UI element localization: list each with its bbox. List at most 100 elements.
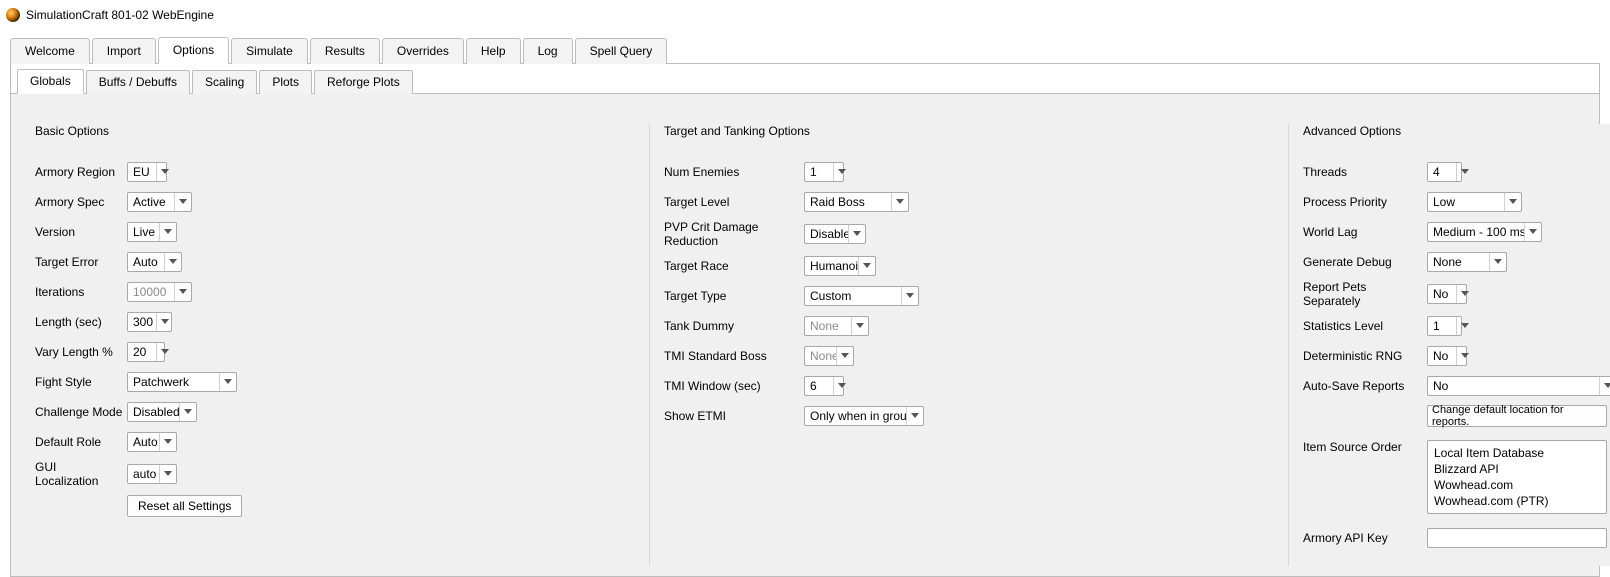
sub-tab-plots[interactable]: Plots [259,70,312,94]
item-source-order-label: Item Source Order [1303,440,1427,454]
main-tab-log[interactable]: Log [523,38,573,64]
chevron-down-icon [159,465,176,483]
chevron-down-icon [159,223,176,241]
combo-value: 300 [128,313,156,331]
default-role-combo[interactable]: Auto [127,432,177,452]
statistics-level-label: Statistics Level [1303,319,1427,333]
gui-localization-row: GUI Localizationauto [35,460,635,488]
threads-combo[interactable]: 4 [1427,162,1462,182]
tmi-boss-label: TMI Standard Boss [664,349,804,363]
combo-value: None [1428,253,1489,271]
combo-value: None [805,317,851,335]
list-item[interactable]: Local Item Database [1434,445,1600,461]
process-priority-combo[interactable]: Low [1427,192,1522,212]
sub-tab-buffs-debuffs[interactable]: Buffs / Debuffs [86,70,190,94]
combo-value: 20 [128,343,156,361]
combo-value: None [805,347,836,365]
pvp-crit-combo[interactable]: Disable [804,224,866,244]
combo-value: Medium - 100 ms [1428,223,1524,241]
chevron-down-icon [858,257,875,275]
armory-spec-combo[interactable]: Active [127,192,192,212]
target-level-combo[interactable]: Raid Boss [804,192,909,212]
show-etmi-combo[interactable]: Only when in group [804,406,924,426]
chevron-down-icon [174,193,191,211]
main-tabstrip: WelcomeImportOptionsSimulateResultsOverr… [10,36,1600,64]
main-tab-spell-query[interactable]: Spell Query [575,38,668,64]
combo-value: Patchwerk [128,373,219,391]
tmi-boss-combo: None [804,346,854,366]
change-default-location-button[interactable]: Change default location for reports. [1427,405,1607,427]
sub-tab-scaling[interactable]: Scaling [192,70,257,94]
sub-tab-reforge-plots[interactable]: Reforge Plots [314,70,413,94]
change-location-row: Change default location for reports. [1303,404,1610,428]
process-priority-label: Process Priority [1303,195,1427,209]
length-sec-label: Length (sec) [35,315,127,329]
sub-tab-globals[interactable]: Globals [17,69,84,94]
pvp-crit-row: PVP Crit Damage ReductionDisable [664,220,1274,248]
vary-length-combo[interactable]: 20 [127,342,165,362]
auto-save-reports-combo[interactable]: No [1427,376,1610,396]
challenge-mode-label: Challenge Mode [35,405,127,419]
challenge-mode-row: Challenge ModeDisabled [35,400,635,424]
show-etmi-row: Show ETMIOnly when in group [664,404,1274,428]
target-race-combo[interactable]: Humanoid [804,256,876,276]
window-title: SimulationCraft 801-02 WebEngine [26,8,214,22]
statistics-level-row: Statistics Level1 [1303,314,1610,338]
armory-region-row: Armory RegionEU [35,160,635,184]
button-label: Reset all Settings [138,499,231,513]
target-type-row: Target TypeCustom [664,284,1274,308]
list-item[interactable]: Wowhead.com (PTR) [1434,493,1600,509]
armory-spec-row: Armory SpecActive [35,190,635,214]
report-pets-row: Report Pets SeparatelyNo [1303,280,1610,308]
main-tab-help[interactable]: Help [466,38,521,64]
combo-value: Raid Boss [805,193,891,211]
tmi-boss-row: TMI Standard BossNone [664,344,1274,368]
chevron-down-icon [156,163,173,181]
list-item[interactable]: Wowhead.com [1434,477,1600,493]
tmi-window-combo[interactable]: 6 [804,376,844,396]
length-sec-row: Length (sec)300 [35,310,635,334]
main-tab-results[interactable]: Results [310,38,380,64]
armory-api-key-input[interactable] [1427,528,1607,548]
main-tab-overrides[interactable]: Overrides [382,38,464,64]
vary-length-label: Vary Length % [35,345,127,359]
pvp-crit-label: PVP Crit Damage Reduction [664,220,804,248]
list-item[interactable]: Blizzard API [1434,461,1600,477]
chevron-down-icon [1456,347,1473,365]
deterministic-rng-combo[interactable]: No [1427,346,1467,366]
main-tab-simulate[interactable]: Simulate [231,38,308,64]
fight-style-row: Fight StylePatchwerk [35,370,635,394]
target-type-combo[interactable]: Custom [804,286,919,306]
default-role-label: Default Role [35,435,127,449]
world-lag-row: World LagMedium - 100 ms [1303,220,1610,244]
challenge-mode-combo[interactable]: Disabled [127,402,197,422]
statistics-level-combo[interactable]: 1 [1427,316,1462,336]
panel-title-advanced: Advanced Options [1303,124,1610,138]
combo-value: Disable [805,225,848,243]
report-pets-combo[interactable]: No [1427,284,1467,304]
length-sec-combo[interactable]: 300 [127,312,172,332]
vary-length-row: Vary Length %20 [35,340,635,364]
gui-localization-combo[interactable]: auto [127,464,177,484]
panel-title-target: Target and Tanking Options [664,124,1274,138]
combo-value: Humanoid [805,257,858,275]
process-priority-row: Process PriorityLow [1303,190,1610,214]
auto-save-reports-label: Auto-Save Reports [1303,379,1427,393]
target-level-row: Target LevelRaid Boss [664,190,1274,214]
fight-style-combo[interactable]: Patchwerk [127,372,237,392]
armory-api-key-row: Armory API Key [1303,526,1610,550]
reset-all-settings-button[interactable]: Reset all Settings [127,495,242,517]
generate-debug-label: Generate Debug [1303,255,1427,269]
combo-value: Live [128,223,159,241]
main-tab-options[interactable]: Options [158,37,229,64]
version-combo[interactable]: Live [127,222,177,242]
world-lag-combo[interactable]: Medium - 100 ms [1427,222,1542,242]
armory-region-combo[interactable]: EU [127,162,167,182]
target-error-combo[interactable]: Auto [127,252,182,272]
main-tab-welcome[interactable]: Welcome [10,38,90,64]
item-source-order-listbox[interactable]: Local Item DatabaseBlizzard APIWowhead.c… [1427,440,1607,514]
combo-value: EU [128,163,156,181]
generate-debug-combo[interactable]: None [1427,252,1507,272]
main-tab-import[interactable]: Import [92,38,156,64]
num-enemies-combo[interactable]: 1 [804,162,844,182]
